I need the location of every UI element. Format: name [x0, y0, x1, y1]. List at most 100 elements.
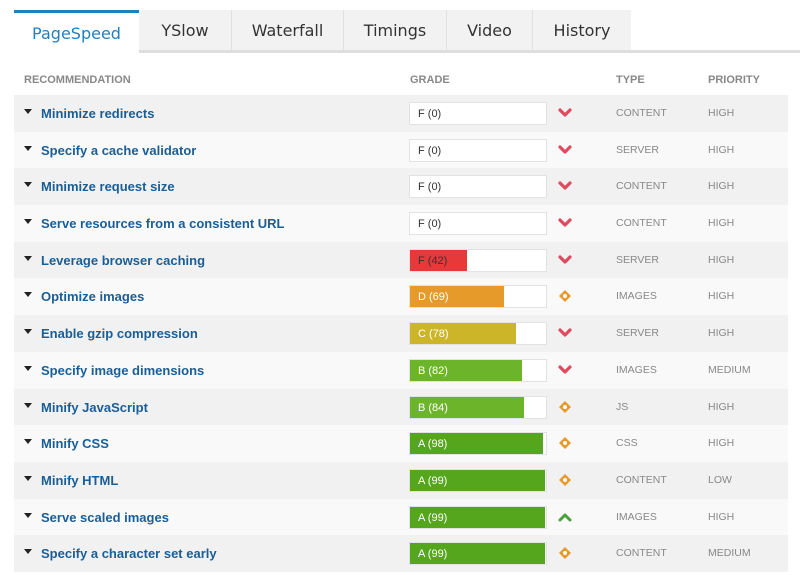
chevron-down-icon	[557, 252, 573, 268]
expand-caret-icon[interactable]	[24, 292, 32, 298]
chevron-down-icon	[557, 362, 573, 378]
priority-label: HIGH	[708, 180, 735, 193]
recommendation-link[interactable]: Serve resources from a consistent URL	[41, 216, 284, 231]
type-label: IMAGES	[616, 510, 657, 523]
tab-timings[interactable]: Timings	[344, 10, 447, 50]
priority-label: HIGH	[708, 510, 735, 523]
type-label: CONTENT	[616, 547, 667, 560]
type-label: CONTENT	[616, 180, 667, 193]
tab-pagespeed[interactable]: PageSpeed	[14, 10, 139, 53]
column-header-type: TYPE	[616, 74, 645, 86]
grade-bar: A (99)	[409, 468, 547, 492]
grade-bar: D (69)	[409, 285, 547, 309]
table-row[interactable]: Serve scaled images A (99) IMAGES HIGH	[14, 498, 788, 536]
type-label: CONTENT	[616, 107, 667, 119]
table-header: RECOMMENDATION GRADE TYPE PRIORITY	[14, 74, 788, 88]
expand-caret-icon[interactable]	[24, 182, 32, 188]
expand-caret-icon[interactable]	[24, 109, 32, 114]
grade-bar: A (98)	[409, 432, 547, 456]
column-header-recommendation: RECOMMENDATION	[24, 74, 131, 86]
expand-caret-icon[interactable]	[24, 219, 32, 225]
recommendation-link[interactable]: Specify a cache validator	[41, 143, 196, 158]
recommendation-link[interactable]: Minimize request size	[41, 179, 175, 194]
chevron-down-icon	[557, 215, 573, 231]
expand-caret-icon[interactable]	[24, 512, 32, 518]
chevron-down-icon	[557, 325, 573, 341]
tab-history[interactable]: History	[533, 10, 631, 50]
priority-label: HIGH	[708, 143, 735, 156]
priority-label: MEDIUM	[708, 363, 751, 376]
recommendation-link[interactable]: Specify image dimensions	[41, 363, 204, 378]
grade-bar: B (84)	[409, 395, 547, 419]
expand-caret-icon[interactable]	[24, 329, 32, 335]
grade-bar: F (0)	[409, 175, 547, 199]
recommendation-link[interactable]: Minimize redirects	[41, 106, 154, 121]
table-row[interactable]: Leverage browser caching F (42) SERVER HIGH	[14, 241, 788, 279]
table-row[interactable]: Specify a character set early A (99) CONTE…	[14, 535, 788, 572]
grade-label: F (0)	[418, 181, 442, 194]
grade-bar: F (0)	[409, 138, 547, 162]
type-label: SERVER	[616, 143, 659, 156]
grade-label: F (42)	[418, 254, 448, 267]
tab-video[interactable]: Video	[447, 10, 533, 50]
grade-bar: F (0)	[409, 212, 547, 236]
grade-label: B (82)	[418, 364, 448, 377]
priority-label: HIGH	[708, 217, 735, 230]
recommendation-link[interactable]: Minify JavaScript	[41, 400, 148, 415]
expand-caret-icon[interactable]	[24, 402, 32, 408]
priority-label: HIGH	[708, 437, 735, 450]
recommendation-link[interactable]: Specify a character set early	[41, 546, 217, 561]
expand-caret-icon[interactable]	[24, 255, 32, 261]
type-label: CONTENT	[616, 217, 667, 230]
tab-yslow[interactable]: YSlow	[139, 10, 232, 50]
priority-label: LOW	[708, 473, 732, 486]
chevron-down-icon	[557, 142, 573, 158]
table-row[interactable]: Minimize request size F (0) CONTENT HIGH	[14, 168, 788, 206]
diamond-icon	[557, 472, 573, 488]
type-label: SERVER	[616, 327, 659, 340]
table-row[interactable]: Specify a cache validator F (0) SERVER HIGH	[14, 131, 788, 169]
grade-bar: C (78)	[409, 322, 547, 346]
grade-label: F (0)	[418, 218, 442, 231]
recommendation-link[interactable]: Leverage browser caching	[41, 253, 205, 268]
tab-waterfall[interactable]: Waterfall	[232, 10, 344, 50]
recommendation-link[interactable]: Serve scaled images	[41, 510, 169, 525]
type-label: IMAGES	[616, 290, 657, 303]
grade-bar: A (99)	[409, 505, 547, 529]
diamond-icon	[557, 545, 573, 561]
recommendation-link[interactable]: Enable gzip compression	[41, 326, 198, 341]
column-header-priority: PRIORITY	[708, 74, 760, 86]
diamond-icon	[557, 288, 573, 304]
table-row[interactable]: Specify image dimensions B (82) IMAGES MEDI…	[14, 351, 788, 389]
grade-bar: B (82)	[409, 358, 547, 382]
table-row[interactable]: Minimize redirects F (0) CONTENT HIGH	[14, 95, 788, 132]
table-row[interactable]: Enable gzip compression C (78) SERVER HIGH	[14, 315, 788, 352]
grade-label: A (99)	[418, 548, 448, 561]
table-row[interactable]: Serve resources from a consistent URL F (…	[14, 205, 788, 242]
expand-caret-icon[interactable]	[24, 145, 32, 151]
expand-caret-icon[interactable]	[24, 549, 32, 555]
grade-label: C (78)	[418, 328, 449, 341]
grade-label: B (84)	[418, 401, 448, 414]
type-label: JS	[616, 400, 629, 413]
recommendation-link[interactable]: Minify CSS	[41, 436, 109, 451]
type-label: CONTENT	[616, 473, 667, 486]
chevron-down-icon	[557, 105, 573, 121]
tab-bar: PageSpeed YSlow Waterfall Timings Video …	[14, 10, 631, 53]
table-row[interactable]: Minify JavaScript B (84) JS HIGH	[14, 388, 788, 426]
recommendations-table: Minimize redirects F (0) CONTENT HIGH Specif…	[14, 95, 788, 572]
grade-label: A (98)	[418, 438, 448, 451]
grade-label: D (69)	[418, 291, 449, 304]
table-row[interactable]: Minify HTML A (99) CONTENT LOW	[14, 461, 788, 499]
expand-caret-icon[interactable]	[24, 439, 32, 445]
type-label: SERVER	[616, 253, 659, 266]
table-row[interactable]: Optimize images D (69) IMAGES HIGH	[14, 278, 788, 316]
expand-caret-icon[interactable]	[24, 475, 32, 481]
grade-bar: A (99)	[409, 542, 547, 566]
type-label: CSS	[616, 437, 638, 450]
table-row[interactable]: Minify CSS A (98) CSS HIGH	[14, 425, 788, 462]
priority-label: HIGH	[708, 107, 735, 119]
recommendation-link[interactable]: Optimize images	[41, 289, 144, 304]
recommendation-link[interactable]: Minify HTML	[41, 473, 118, 488]
expand-caret-icon[interactable]	[24, 365, 32, 371]
